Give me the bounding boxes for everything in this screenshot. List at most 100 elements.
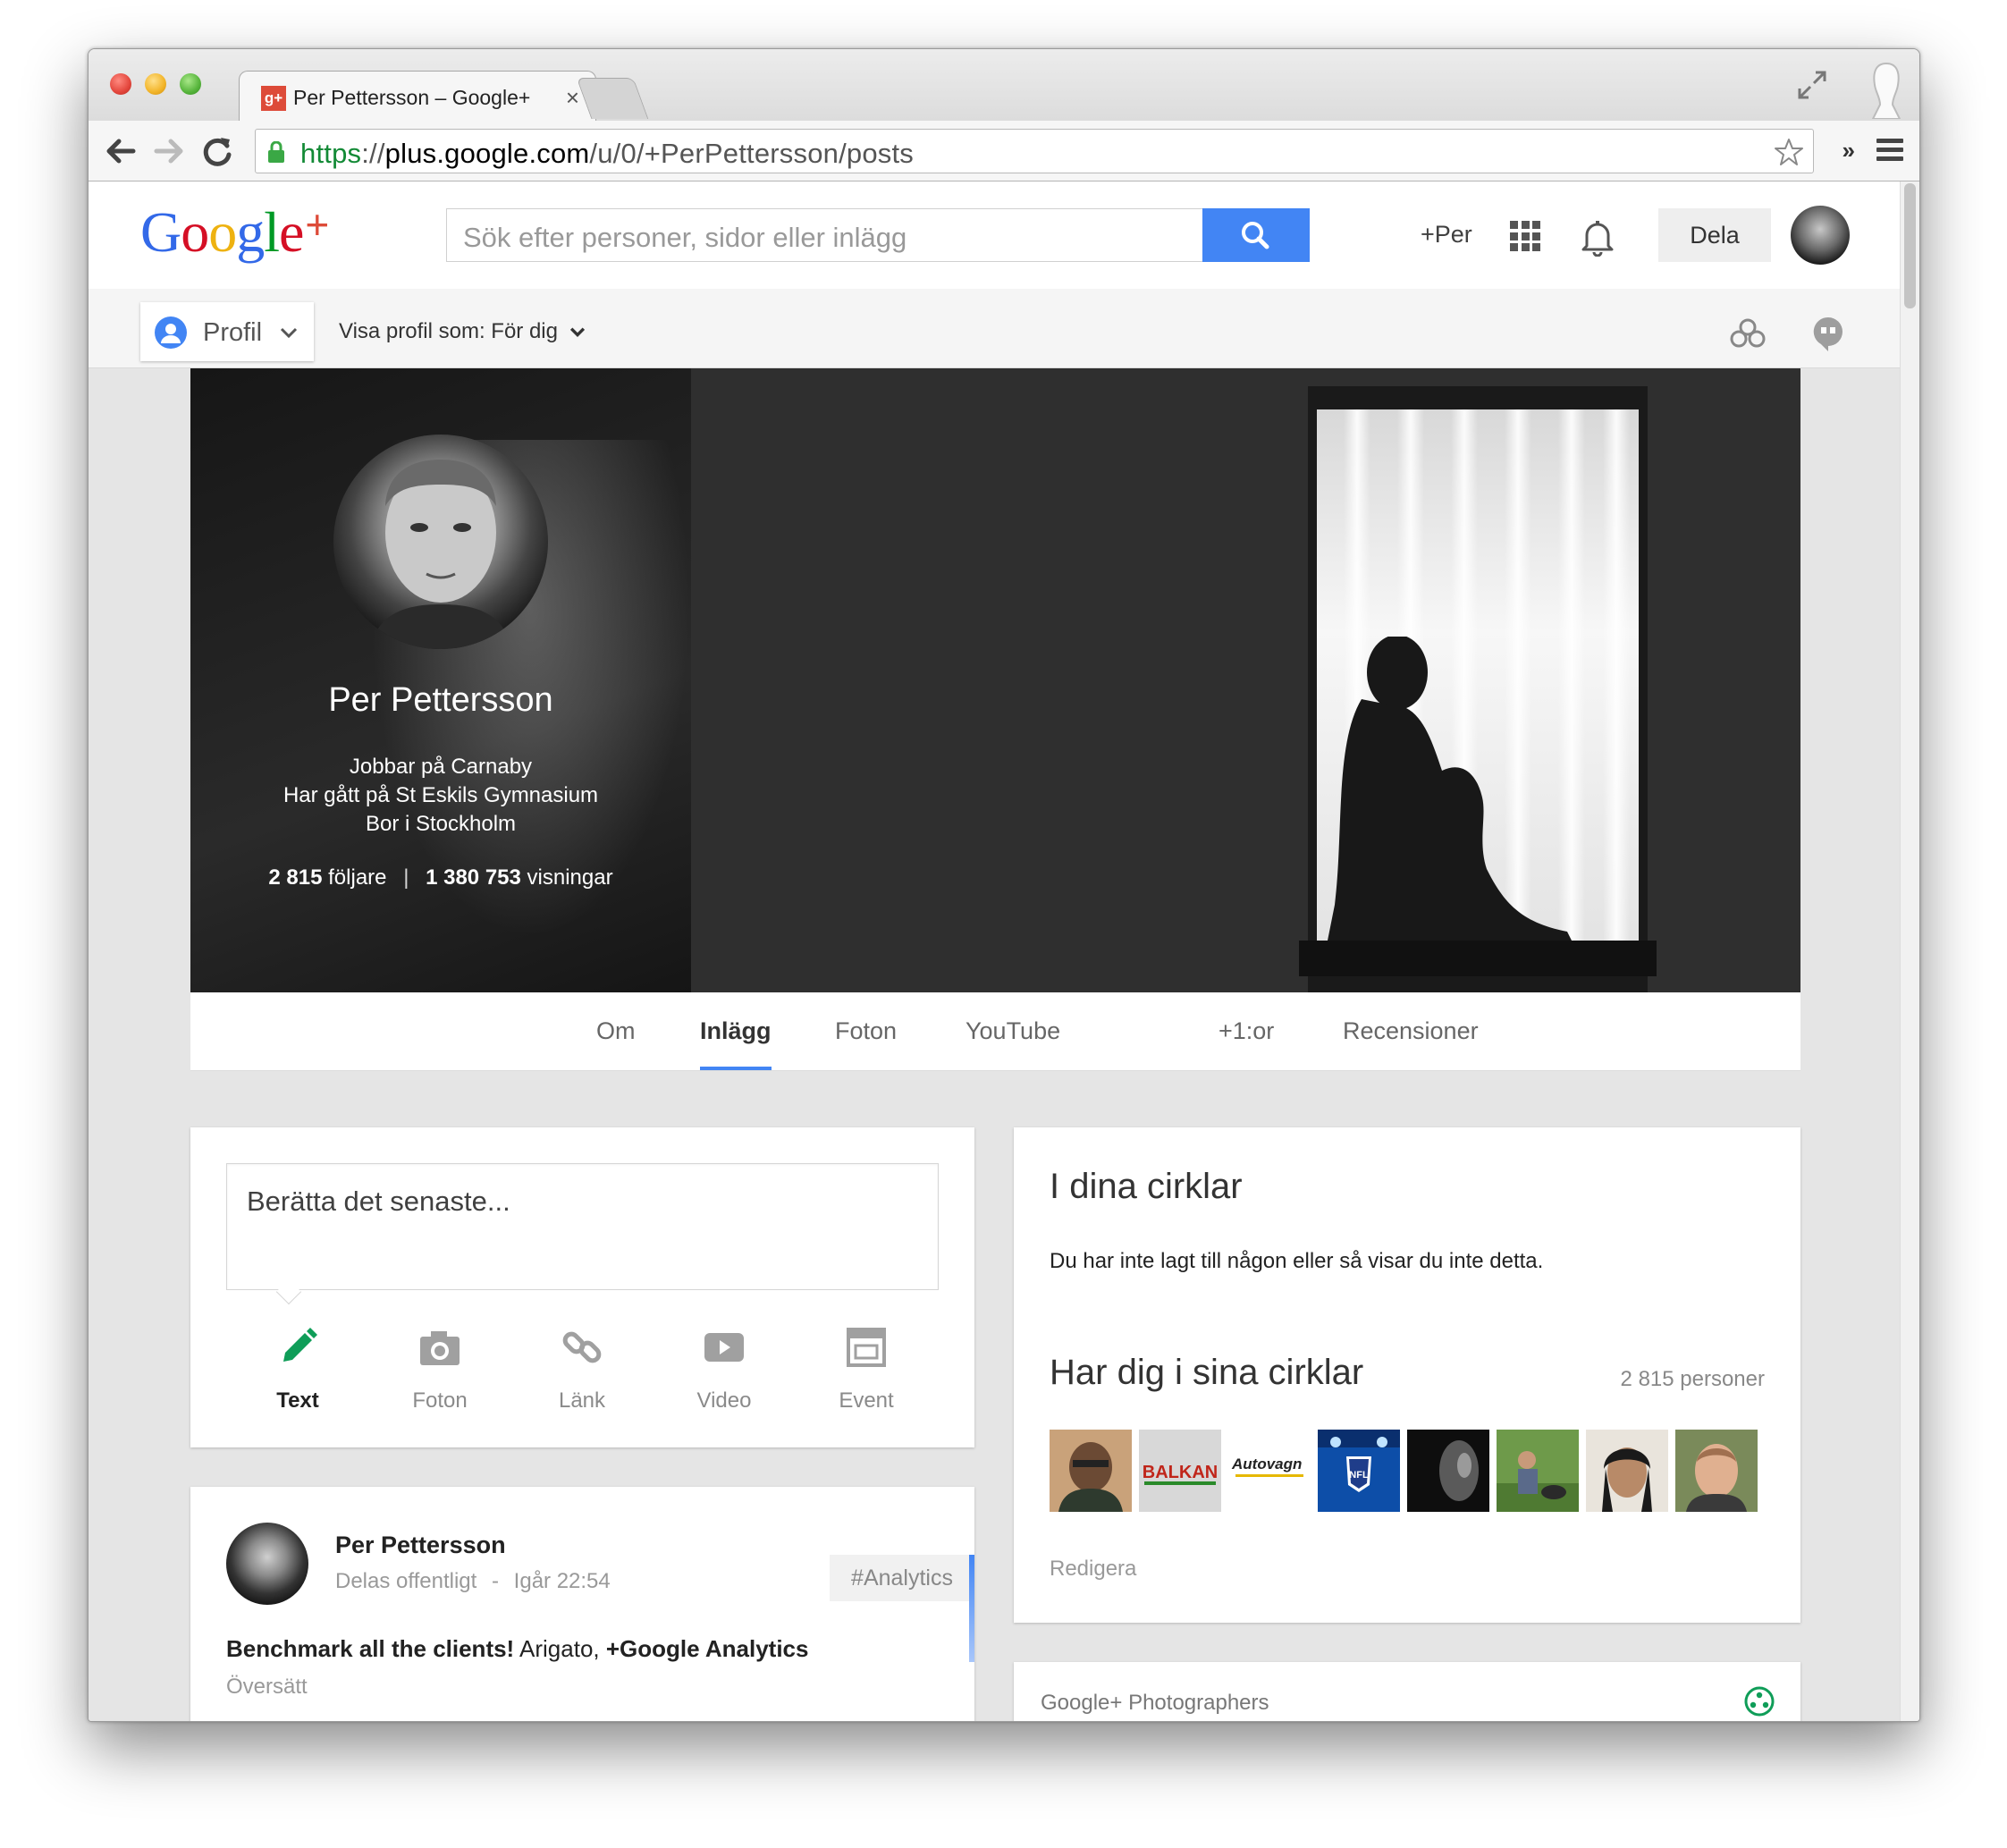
- post-mention-link[interactable]: +Google Analytics: [606, 1635, 809, 1662]
- tab-posts[interactable]: Inlägg: [700, 1017, 772, 1045]
- forward-arrow-icon[interactable]: [149, 131, 189, 171]
- back-arrow-icon[interactable]: [101, 131, 140, 171]
- stats-separator: |: [403, 865, 409, 890]
- event-icon: [847, 1328, 886, 1367]
- has-you-in-circles-title: Har dig i sina cirklar: [1050, 1353, 1364, 1392]
- follower-avatar[interactable]: NFL: [1318, 1430, 1400, 1512]
- follower-avatar[interactable]: [1497, 1430, 1579, 1512]
- post-author-name[interactable]: Per Pettersson: [335, 1532, 506, 1559]
- tab-plusones[interactable]: +1:or: [1219, 1017, 1274, 1045]
- extensions-overflow-icon[interactable]: »: [1843, 137, 1855, 165]
- hangouts-icon[interactable]: [1812, 316, 1844, 351]
- tab-youtube[interactable]: YouTube: [966, 1017, 1060, 1045]
- browser-profile-icon[interactable]: [1864, 60, 1909, 119]
- reload-icon[interactable]: [198, 131, 237, 171]
- follower-thumbnails: BALKAN Autovagn NFL: [1050, 1430, 1758, 1512]
- post-hashtag[interactable]: #Analytics: [830, 1555, 974, 1601]
- share-video-button[interactable]: Video: [670, 1324, 778, 1413]
- tab-title: Per Pettersson – Google+: [293, 86, 531, 109]
- profile-person-icon: [155, 316, 187, 349]
- bookmark-star-icon[interactable]: [1774, 137, 1804, 167]
- profile-name: Per Pettersson: [328, 681, 553, 719]
- profile-menu-label: Profil: [203, 318, 263, 347]
- browser-toolbar: https://plus.google.com/u/0/+PerPetterss…: [89, 121, 1919, 181]
- in-your-circles-title: I dina cirklar: [1050, 1167, 1243, 1206]
- nfl-logo-text: NFL: [1349, 1470, 1369, 1481]
- active-tab-indicator: [700, 1067, 772, 1070]
- balkan-logo-text: BALKAN: [1143, 1463, 1218, 1482]
- minimize-window-button[interactable]: [145, 73, 166, 95]
- profile-avatar[interactable]: [333, 435, 548, 649]
- translate-link[interactable]: Översätt: [226, 1675, 308, 1700]
- plus-user-link[interactable]: +Per: [1421, 221, 1472, 249]
- share-photos-button[interactable]: Foton: [386, 1324, 493, 1413]
- post-meta: Delas offentligt - Igår 22:54: [335, 1569, 611, 1593]
- post-card: Per Pettersson Delas offentligt - Igår 2…: [190, 1487, 974, 1721]
- google-plus-logo[interactable]: Google+: [140, 199, 329, 266]
- share-input[interactable]: Berätta det senaste...: [226, 1163, 939, 1290]
- tab-photos[interactable]: Foton: [835, 1017, 897, 1045]
- search-placeholder: Sök efter personer, sidor eller inlägg: [463, 222, 907, 253]
- close-window-button[interactable]: [110, 73, 131, 95]
- follower-avatar[interactable]: [1586, 1430, 1668, 1512]
- share-link-button[interactable]: Länk: [528, 1324, 636, 1413]
- chevron-down-icon: [569, 327, 585, 337]
- share-text-button[interactable]: Text: [244, 1324, 351, 1413]
- community-title[interactable]: Google+ Photographers: [1041, 1691, 1269, 1716]
- views-count: 1 380 753: [426, 865, 521, 890]
- follower-avatar[interactable]: [1675, 1430, 1758, 1512]
- edit-circles-link[interactable]: Redigera: [1050, 1557, 1136, 1582]
- tab-close-icon[interactable]: ×: [566, 84, 579, 112]
- search-input[interactable]: Sök efter personer, sidor eller inlägg: [446, 208, 1204, 262]
- community-icon[interactable]: [1743, 1685, 1775, 1717]
- circles-card: I dina cirklar Du har inte lagt till någ…: [1014, 1127, 1800, 1623]
- share-box: Berätta det senaste... Text Foton Länk V…: [190, 1127, 974, 1447]
- zoom-window-button[interactable]: [180, 73, 201, 95]
- apps-grid-icon[interactable]: [1510, 221, 1540, 251]
- link-icon: [562, 1331, 602, 1363]
- autovagn-logo-text: Autovagn: [1231, 1456, 1302, 1472]
- share-event-button[interactable]: Event: [813, 1324, 920, 1413]
- fullscreen-icon[interactable]: [1794, 67, 1830, 103]
- view-profile-as-dropdown[interactable]: Visa profil som: För dig: [339, 319, 586, 344]
- follower-avatar[interactable]: [1050, 1430, 1132, 1512]
- profile-education: Har gått på St Eskils Gymnasium: [282, 783, 599, 807]
- post-body: Benchmark all the clients! Arigato, +Goo…: [226, 1635, 809, 1662]
- community-card: Google+ Photographers: [1014, 1662, 1800, 1721]
- follower-avatar[interactable]: BALKAN: [1139, 1430, 1221, 1512]
- scrollbar-thumb[interactable]: [1904, 183, 1916, 308]
- post-timestamp[interactable]: Igår 22:54: [514, 1569, 611, 1593]
- share-placeholder: Berätta det senaste...: [247, 1186, 510, 1217]
- profile-subheader: Profil Visa profil som: För dig: [89, 289, 1902, 368]
- tab-reviews[interactable]: Recensioner: [1343, 1017, 1479, 1045]
- tab-about[interactable]: Om: [596, 1017, 636, 1045]
- profile-tabs: Om Inlägg Foton YouTube +1:or Recensione…: [190, 992, 1800, 1071]
- post-author-avatar[interactable]: [226, 1523, 308, 1605]
- pencil-icon: [283, 1328, 317, 1362]
- circles-icon[interactable]: [1728, 316, 1767, 351]
- tab-bar: g+ Per Pettersson – Google+ ×: [89, 49, 1919, 121]
- page-scrollbar[interactable]: [1900, 181, 1919, 1721]
- views-label: visningar: [527, 865, 613, 890]
- notifications-bell-icon[interactable]: [1580, 217, 1615, 257]
- lock-icon: [268, 141, 284, 163]
- account-avatar[interactable]: [1791, 206, 1850, 265]
- chevron-down-icon: [280, 322, 298, 345]
- search-button[interactable]: [1202, 208, 1310, 262]
- follower-avatar[interactable]: Autovagn: [1228, 1430, 1311, 1512]
- gplus-header: Google+ Sök efter personer, sidor eller …: [89, 181, 1902, 289]
- profile-menu-button[interactable]: Profil: [140, 302, 314, 361]
- has-you-in-circles-count[interactable]: 2 815 personer: [1621, 1367, 1765, 1392]
- browser-tab[interactable]: g+ Per Pettersson – Google+ ×: [239, 71, 596, 121]
- followers-label: följare: [328, 865, 387, 890]
- address-bar[interactable]: https://plus.google.com/u/0/+PerPetterss…: [255, 129, 1814, 173]
- followers-count[interactable]: 2 815: [268, 865, 322, 890]
- profile-intro: Jobbar på Carnaby Har gått på St Eskils …: [190, 753, 691, 839]
- share-button[interactable]: Dela: [1658, 208, 1771, 262]
- chrome-menu-icon[interactable]: [1876, 139, 1903, 162]
- in-your-circles-text: Du har inte lagt till någon eller så vis…: [1050, 1249, 1544, 1273]
- url-text: https://plus.google.com/u/0/+PerPetterss…: [300, 138, 914, 169]
- search-icon: [1242, 222, 1269, 249]
- follower-avatar[interactable]: [1407, 1430, 1489, 1512]
- post-visibility[interactable]: Delas offentligt: [335, 1569, 476, 1593]
